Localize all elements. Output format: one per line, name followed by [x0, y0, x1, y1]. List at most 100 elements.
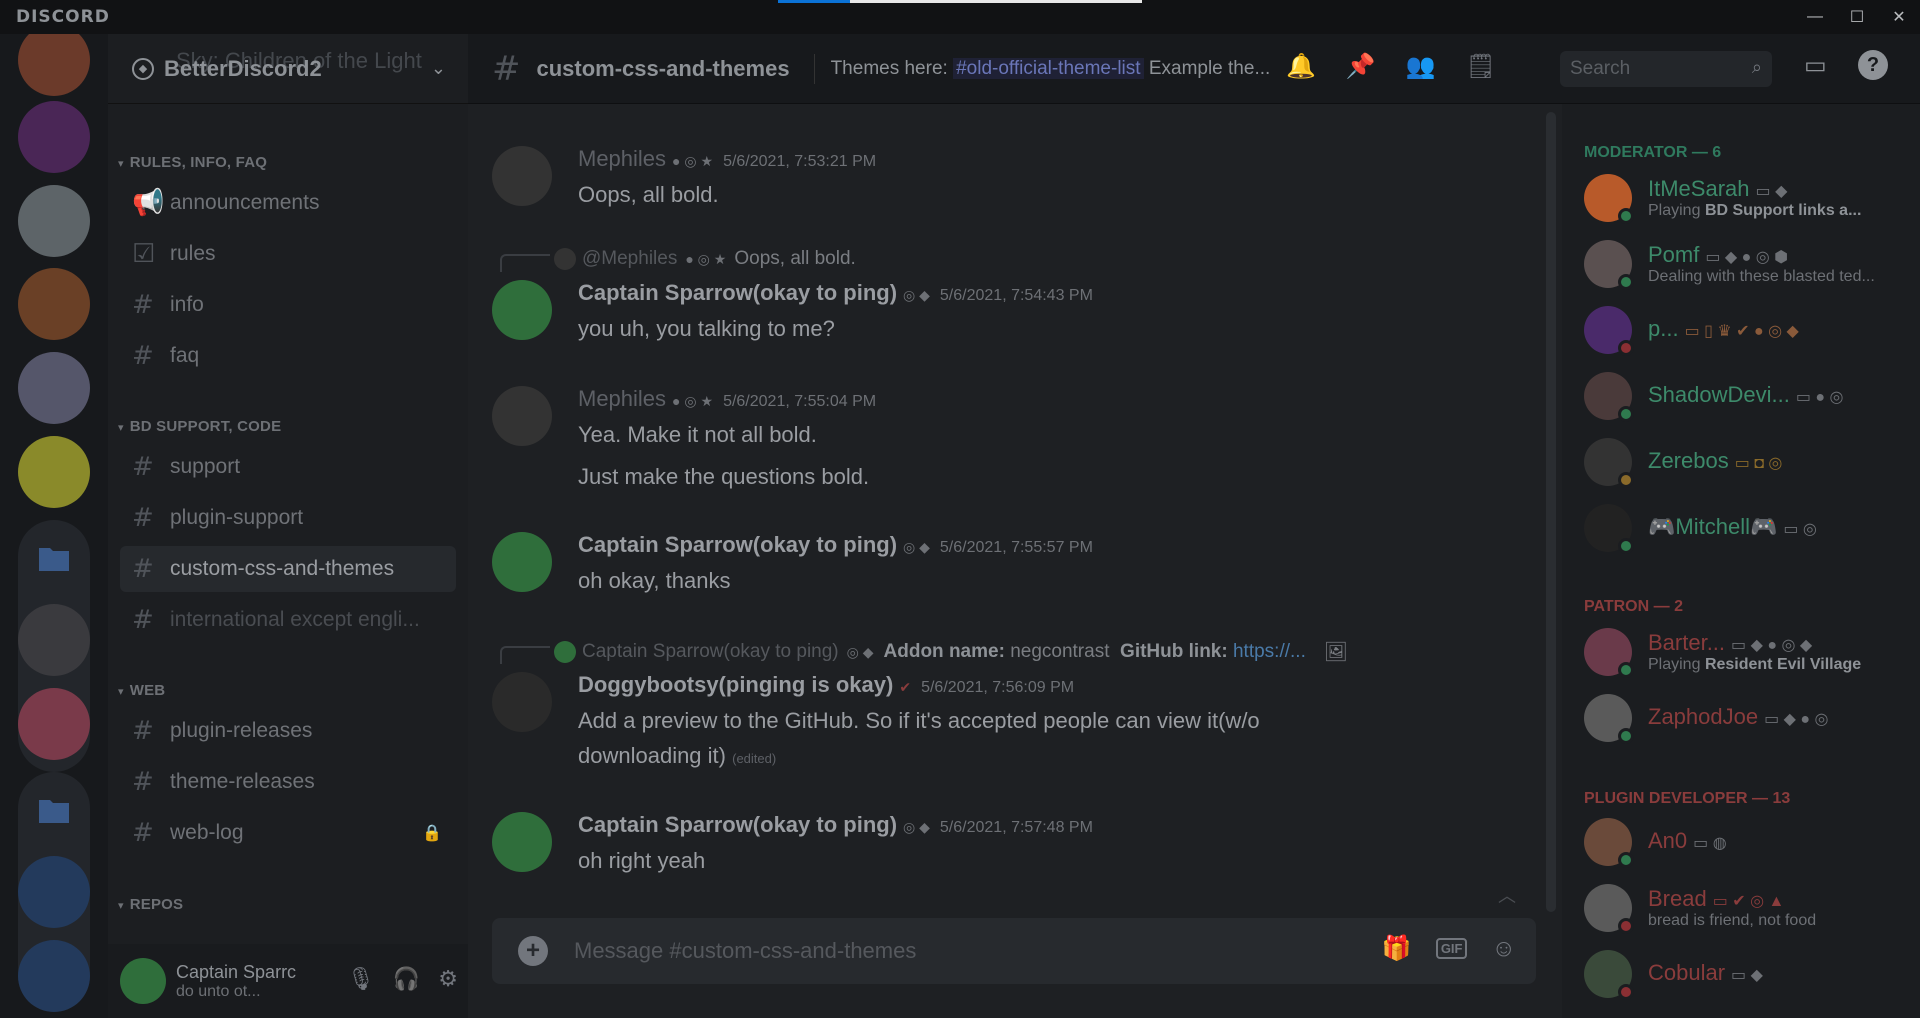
member-item[interactable]: ItMeSarah ▭ ◆ Playing BD Support links a.… — [1584, 172, 1904, 224]
custom-status: do unto ot... — [176, 982, 261, 1000]
message-author: Captain Sparrow(okay to ping) — [578, 812, 898, 837]
channel-info[interactable]: # info — [120, 282, 456, 328]
member-item[interactable]: ShadowDevi... ▭ ● ◎ — [1584, 370, 1904, 422]
channel-faq[interactable]: # faq — [120, 333, 456, 379]
betterdiscord-server-icon[interactable] — [18, 856, 90, 928]
channel-header: # custom-css-and-themes Themes here: #ol… — [468, 34, 1920, 104]
avatar[interactable] — [492, 146, 552, 206]
channel-topic[interactable]: Themes here: #old-official-theme-list Ex… — [831, 57, 1270, 80]
member-item[interactable]: Cobular ▭ ◆ — [1584, 948, 1904, 1000]
notes-icon[interactable]: 🗒 — [1466, 52, 1496, 81]
app-brand: DISCORD — [16, 7, 110, 27]
minimize-button[interactable]: — — [1794, 0, 1836, 34]
partner-badge-icon: ◆ — [132, 57, 154, 80]
presence-dnd-icon — [1618, 984, 1634, 1000]
maximize-button[interactable]: ☐ — [1836, 0, 1878, 34]
message-body: Just make the questions bold. — [578, 464, 870, 489]
username: Captain Sparrc — [176, 961, 297, 982]
search-input[interactable]: Search ⌕ — [1560, 51, 1772, 87]
bell-icon[interactable]: 🔔 — [1286, 52, 1316, 81]
folder-icon[interactable] — [18, 774, 90, 846]
category-repos[interactable]: ▾ REPOS — [118, 896, 183, 913]
channel-announcements[interactable]: 📢 announcements — [120, 180, 456, 226]
avatar[interactable] — [492, 532, 552, 592]
category-bd-support[interactable]: ▾ BD SUPPORT, CODE — [118, 418, 281, 435]
betterdiscord-server-icon[interactable] — [18, 940, 90, 1012]
member-item[interactable]: p... ▭ ▯ ♛ ✔ ● ◎ ◆ — [1584, 304, 1904, 356]
server-icon[interactable] — [18, 688, 90, 760]
member-item[interactable]: Zerebos ▭ ◘ ◎ — [1584, 436, 1904, 488]
chat-area: Mephiles ● ◎ ★ 5/6/2021, 7:53:21 PM Oops, … — [468, 104, 1562, 1018]
message-timestamp: 5/6/2021, 7:54:43 PM — [939, 287, 1093, 304]
channel-web-log[interactable]: # web-log 🔒 — [120, 810, 456, 856]
chevron-up-icon[interactable]: ︿ — [1498, 882, 1516, 908]
presence-online-icon — [1618, 274, 1634, 290]
category-rules[interactable]: ▾ RULES, INFO, FAQ — [118, 154, 267, 171]
server-icon[interactable] — [18, 604, 90, 676]
guild-header[interactable]: ◆ BetterDiscord2 ⌄ — [108, 34, 468, 104]
presence-idle-icon — [1618, 472, 1634, 488]
presence-online-icon — [1618, 728, 1634, 744]
deafen-icon[interactable]: 🎧 — [393, 966, 420, 992]
message-body: downloading it) (edited) — [578, 743, 777, 768]
channel-custom-css-and-themes[interactable]: # custom-css-and-themes — [120, 546, 456, 592]
server-icon[interactable] — [18, 185, 90, 257]
hash-icon: # — [132, 554, 154, 584]
inbox-icon[interactable]: ▭ — [1804, 51, 1827, 80]
category-web[interactable]: ▾ WEB — [118, 682, 165, 699]
server-icon[interactable] — [18, 101, 90, 173]
gear-icon[interactable]: ⚙ — [438, 966, 458, 992]
hash-lock-icon: # — [132, 818, 154, 848]
member-item[interactable]: ZaphodJoe ▭ ◆ ● ◎ — [1584, 692, 1904, 744]
server-icon[interactable] — [18, 268, 90, 340]
message-author: Mephiles — [578, 386, 667, 411]
members-icon[interactable]: 👥 — [1406, 52, 1436, 81]
chevron-down-icon: ⌄ — [430, 58, 446, 78]
avatar[interactable] — [492, 812, 552, 872]
presence-online-icon — [1618, 406, 1634, 422]
reply-preview[interactable]: @Mephiles ● ◎ ★ Oops, all bold. — [554, 248, 856, 270]
reply-preview[interactable]: Captain Sparrow(okay to ping) ◎ ◆ Addon na… — [554, 640, 1348, 664]
avatar[interactable] — [492, 672, 552, 732]
message-timestamp: 5/6/2021, 7:57:48 PM — [939, 819, 1093, 836]
gift-icon[interactable]: 🎁 — [1382, 934, 1412, 963]
server-icon[interactable] — [18, 24, 90, 96]
channel-mention[interactable]: #old-official-theme-list — [953, 57, 1144, 79]
channel-plugin-support[interactable]: # plugin-support — [120, 495, 456, 541]
user-panel: Captain Sparrc do unto ot... 🎙 🎧 ⚙ — [108, 944, 468, 1018]
server-icon[interactable] — [18, 436, 90, 508]
hash-icon: # — [132, 767, 154, 797]
close-button[interactable]: ✕ — [1878, 0, 1920, 34]
server-rail — [0, 0, 108, 1018]
mute-mic-icon[interactable]: 🎙 — [347, 966, 375, 992]
member-item[interactable]: Barter... ▭ ◆ ● ◎ ◆ Playing Resident Evil… — [1584, 626, 1904, 678]
channel-theme-releases[interactable]: # theme-releases — [120, 759, 456, 805]
channel-international[interactable]: # international except engli... — [120, 597, 456, 643]
hash-icon: # — [132, 341, 154, 371]
member-item[interactable]: An0 ▭ ◍ — [1584, 816, 1904, 868]
message-body: you uh, you talking to me? — [578, 316, 835, 341]
avatar[interactable] — [120, 958, 166, 1004]
emoji-icon[interactable]: ☺ — [1491, 935, 1516, 963]
channel-support[interactable]: # support — [120, 444, 456, 490]
member-item[interactable]: Pomf ▭ ◆ ● ◎ ⬢ Dealing with these blasted… — [1584, 238, 1904, 290]
channel-rules[interactable]: ☑ rules — [120, 231, 456, 277]
member-item[interactable]: 🎮Mitchell🎮 ▭ ◎ — [1584, 502, 1904, 554]
gif-button[interactable]: GIF — [1435, 938, 1468, 959]
message-author: Doggybootsy(pinging is okay) — [578, 672, 894, 697]
avatar[interactable] — [492, 280, 552, 340]
member-group-header: PATRON — 2 — [1584, 598, 1683, 615]
member-item[interactable]: Bread ▭ ✔ ◎ ▲ bread is friend, not food — [1584, 882, 1904, 934]
add-attachment-icon[interactable]: + — [518, 936, 548, 966]
avatar[interactable] — [492, 386, 552, 446]
pin-icon[interactable]: 📌 — [1346, 52, 1376, 81]
scrollbar[interactable] — [1546, 112, 1556, 912]
channel-plugin-releases[interactable]: # plugin-releases — [120, 708, 456, 754]
help-icon[interactable]: ? — [1858, 50, 1888, 80]
message-timestamp: 5/6/2021, 7:56:09 PM — [921, 679, 1075, 696]
search-icon: ⌕ — [1751, 57, 1762, 77]
message-input[interactable] — [574, 938, 1334, 964]
message-author: Captain Sparrow(okay to ping) — [578, 280, 898, 305]
folder-icon[interactable] — [18, 522, 90, 594]
server-icon[interactable] — [18, 352, 90, 424]
